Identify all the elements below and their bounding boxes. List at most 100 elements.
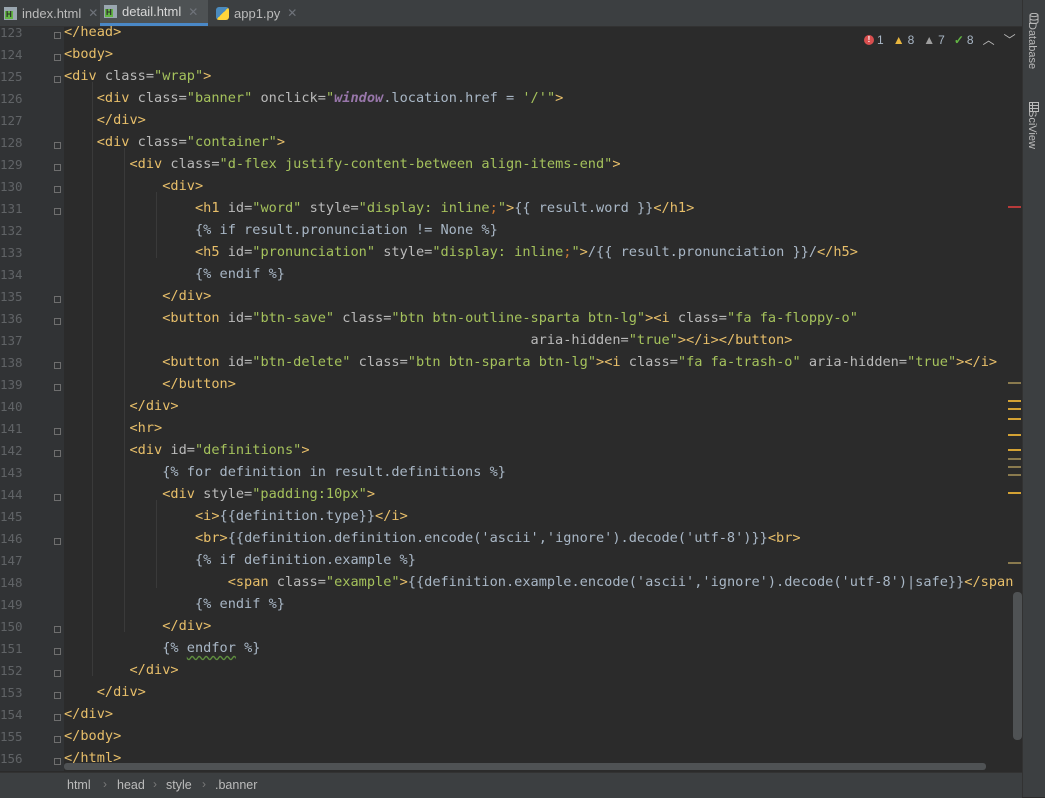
code-line[interactable]: {% endif %} bbox=[64, 263, 285, 285]
warning-stripe-mark[interactable] bbox=[1008, 492, 1021, 494]
fold-marker-icon[interactable] bbox=[54, 450, 61, 457]
code-line[interactable]: </head> bbox=[64, 21, 121, 43]
code-line[interactable]: </body> bbox=[64, 725, 121, 747]
warning-stripe-mark[interactable] bbox=[1008, 466, 1021, 468]
code-line[interactable]: <span class="example">{{definition.examp… bbox=[64, 571, 1014, 593]
code-line[interactable]: {% if result.pronunciation != None %} bbox=[64, 219, 498, 241]
warning-stripe-mark[interactable] bbox=[1008, 449, 1021, 451]
fold-marker-icon[interactable] bbox=[54, 186, 61, 193]
code-token: </div> bbox=[162, 288, 212, 304]
code-token: <div bbox=[129, 156, 171, 172]
fold-marker-icon[interactable] bbox=[54, 428, 61, 435]
code-token: > bbox=[596, 354, 605, 370]
fold-marker-icon[interactable] bbox=[54, 538, 61, 545]
fold-marker-icon[interactable] bbox=[54, 494, 61, 501]
weak-warning-count[interactable]: ▲ 7 bbox=[923, 33, 945, 47]
fold-marker-icon[interactable] bbox=[54, 318, 61, 325]
code-line[interactable]: </div> bbox=[64, 681, 146, 703]
code-line[interactable]: </div> bbox=[64, 395, 178, 417]
code-line[interactable]: </div> bbox=[64, 659, 178, 681]
warning-stripe-mark[interactable] bbox=[1008, 474, 1021, 476]
code-line[interactable]: <div> bbox=[64, 175, 203, 197]
breadcrumb-banner[interactable]: .banner bbox=[215, 778, 257, 792]
fold-marker-icon[interactable] bbox=[54, 296, 61, 303]
code-line[interactable]: </div> bbox=[64, 703, 113, 725]
fold-marker-icon[interactable] bbox=[54, 76, 61, 83]
code-token: style= bbox=[383, 244, 433, 260]
code-line[interactable]: </div> bbox=[64, 285, 211, 307]
code-line[interactable]: <div class="d-flex justify-content-betwe… bbox=[64, 153, 620, 175]
code-line[interactable]: <div id="definitions"> bbox=[64, 439, 309, 461]
breadcrumb-html[interactable]: html bbox=[67, 778, 91, 792]
warning-count[interactable]: ▲ 8 bbox=[893, 33, 915, 47]
code-line[interactable]: <div style="padding:10px"> bbox=[64, 483, 375, 505]
fold-marker-icon[interactable] bbox=[54, 208, 61, 215]
code-line[interactable]: <div class="wrap"> bbox=[64, 65, 211, 87]
warning-stripe-mark[interactable] bbox=[1008, 408, 1021, 410]
code-line[interactable]: <button id="btn-delete" class="btn btn-s… bbox=[64, 351, 997, 373]
typo-count[interactable]: ✓ 8 bbox=[954, 33, 974, 47]
vertical-scrollbar-thumb[interactable] bbox=[1013, 592, 1022, 740]
code-token: "definitions" bbox=[194, 442, 302, 458]
fold-marker-icon[interactable] bbox=[54, 670, 61, 677]
fold-marker-icon[interactable] bbox=[54, 54, 61, 61]
fold-marker-icon[interactable] bbox=[54, 626, 61, 633]
code-token: > bbox=[677, 332, 687, 348]
warning-stripe-mark[interactable] bbox=[1008, 434, 1021, 436]
code-token: inline bbox=[514, 244, 564, 260]
warning-stripe-mark[interactable] bbox=[1008, 400, 1021, 402]
code-line[interactable]: <div class="container"> bbox=[64, 131, 285, 153]
code-token: class= bbox=[628, 354, 678, 370]
tool-tab-database[interactable]: Database bbox=[1026, 22, 1038, 69]
code-line[interactable]: <h5 id="pronunciation" style="display: i… bbox=[64, 241, 858, 263]
error-count[interactable]: ! 1 bbox=[864, 33, 884, 47]
breadcrumb-head[interactable]: head bbox=[117, 778, 145, 792]
code-line[interactable]: <br>{{definition.definition.encode('asci… bbox=[64, 527, 801, 549]
breadcrumb-style[interactable]: style bbox=[166, 778, 192, 792]
fold-marker-icon[interactable] bbox=[54, 362, 61, 369]
code-token: "display: bbox=[358, 200, 441, 216]
code-line[interactable]: </div> bbox=[64, 109, 146, 131]
fold-marker-icon[interactable] bbox=[54, 758, 61, 765]
tool-tab-sciview[interactable]: SciView bbox=[1026, 110, 1038, 149]
fold-marker-icon[interactable] bbox=[54, 384, 61, 391]
warning-stripe-mark[interactable] bbox=[1008, 562, 1021, 564]
code-line[interactable]: <button id="btn-save" class="btn btn-out… bbox=[64, 307, 858, 329]
code-line[interactable]: <h1 id="word" style="display: inline;">{… bbox=[64, 197, 694, 219]
line-number-gutter[interactable]: 123 124 125 126 127 128 129 130 131 132 133 134 135 1… bbox=[0, 25, 64, 771]
code-line[interactable]: <hr> bbox=[64, 417, 162, 439]
fold-marker-icon[interactable] bbox=[54, 736, 61, 743]
html-file-icon bbox=[4, 6, 17, 20]
fold-marker-icon[interactable] bbox=[54, 164, 61, 171]
code-line[interactable]: </div> bbox=[64, 615, 211, 637]
code-editor[interactable]: </head> <body> <div class="wrap"> <div cla… bbox=[64, 0, 1014, 771]
code-line[interactable]: {% if definition.example %} bbox=[64, 549, 416, 571]
fold-marker-icon[interactable] bbox=[54, 142, 61, 149]
code-token: inline bbox=[440, 200, 490, 216]
code-line[interactable]: {% for definition in result.definitions … bbox=[64, 461, 506, 483]
fold-marker-icon[interactable] bbox=[54, 32, 61, 39]
fold-marker-icon[interactable] bbox=[54, 648, 61, 655]
line-number: 135 bbox=[0, 289, 23, 304]
inspection-widget[interactable]: ! 1 ▲ 8 ▲ 7 ✓ 8 ︿ ﹀ bbox=[864, 31, 1016, 48]
warning-stripe-mark[interactable] bbox=[1008, 418, 1021, 420]
fold-marker-icon[interactable] bbox=[54, 714, 61, 721]
code-line[interactable]: {% endif %} bbox=[64, 593, 285, 615]
fold-marker-icon[interactable] bbox=[54, 692, 61, 699]
code-line[interactable]: </button> bbox=[64, 373, 236, 395]
horizontal-scrollbar-thumb[interactable] bbox=[64, 763, 986, 770]
code-line[interactable]: aria-hidden="true"></i></button> bbox=[64, 329, 793, 351]
code-line[interactable]: <i>{{definition.type}}</i> bbox=[64, 505, 408, 527]
code-line[interactable]: <div class="banner" onclick="window.loca… bbox=[64, 87, 564, 109]
chevron-down-icon[interactable]: ﹀ bbox=[1004, 31, 1016, 48]
code-line[interactable]: {% endfor %} bbox=[64, 637, 260, 659]
error-stripe-mark[interactable] bbox=[1008, 206, 1021, 208]
warning-stripe-mark[interactable] bbox=[1008, 458, 1021, 460]
warning-stripe-mark[interactable] bbox=[1008, 382, 1021, 384]
code-token: <div bbox=[129, 442, 171, 458]
code-line[interactable]: <body> bbox=[64, 43, 113, 65]
chevron-up-icon[interactable]: ︿ bbox=[983, 31, 995, 48]
code-token: {{ result.word }} bbox=[514, 200, 654, 216]
